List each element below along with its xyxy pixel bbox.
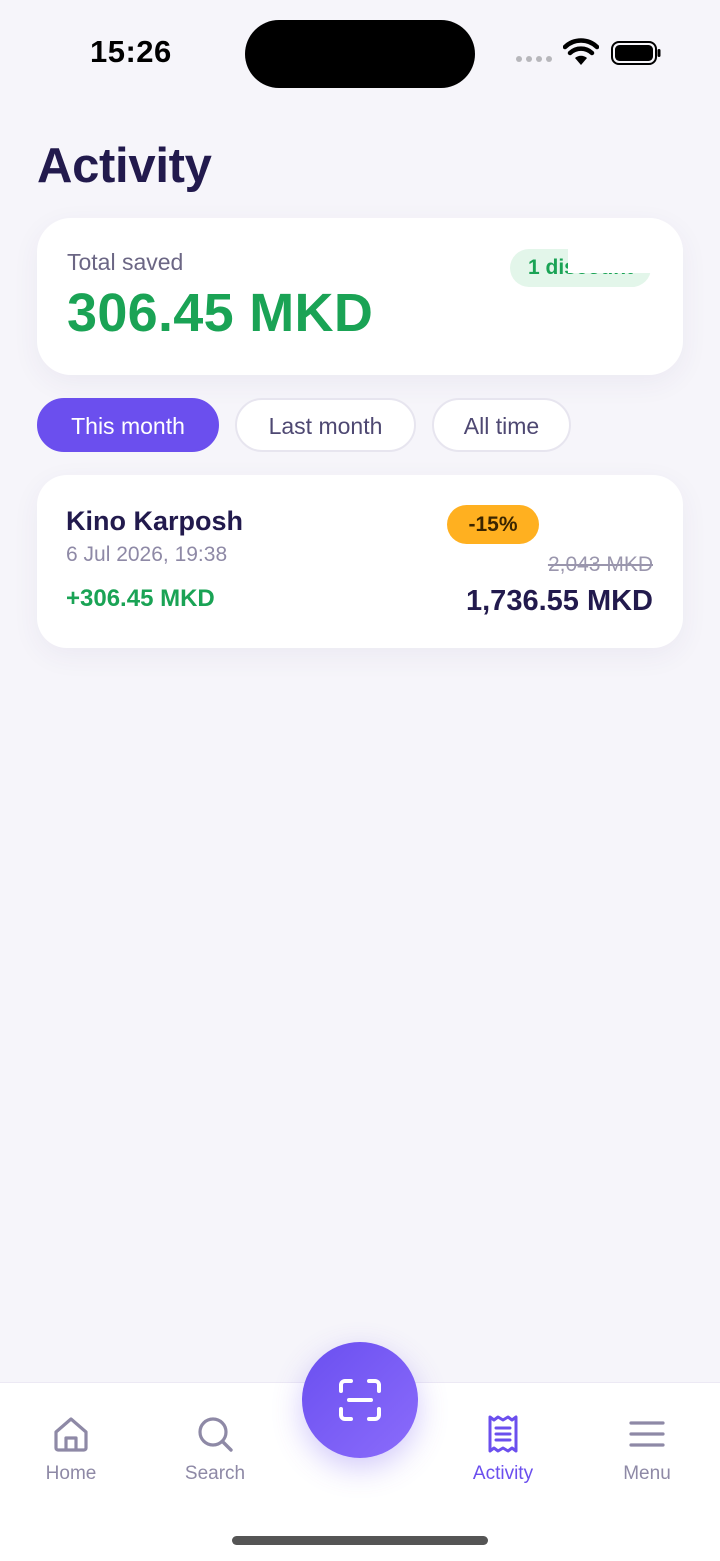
merchant-name: Kino Karposh [66,506,244,536]
hamburger-menu-icon [629,1421,665,1447]
amount-saved: +306.45 MKD [66,585,215,612]
filter-all-time[interactable]: All time [432,398,571,452]
scan-icon [339,1379,381,1421]
period-filter: This month Last month All time [37,398,571,452]
original-price: 2,043 MKD [547,553,653,576]
savings-label: Total saved [67,249,184,275]
nav-home-label: Home [45,1463,97,1484]
nav-search-label: Search [184,1463,246,1484]
status-bar: 15:26 [0,0,720,100]
filter-this-month[interactable]: This month [37,398,219,452]
discount-percent-badge: -15% [447,505,539,544]
battery-icon [611,41,661,65]
home-icon [54,1417,88,1452]
search-icon [198,1417,233,1452]
home-indicator [232,1536,488,1545]
page-title: Activity [37,139,212,193]
nav-menu-label: Menu [623,1463,671,1484]
final-price: 1,736.55 MKD [466,585,653,617]
savings-value: 306.45 MKD [67,283,374,343]
dynamic-island [245,20,475,88]
filter-last-month[interactable]: Last month [235,398,416,452]
nav-home[interactable]: Home [11,1383,131,1493]
nav-search[interactable]: Search [155,1383,275,1493]
cellular-signal-icon [516,56,552,62]
transaction-card[interactable]: Kino Karposh 6 Jul 2026, 19:38 +306.45 M… [37,475,683,648]
nav-menu[interactable]: Menu [587,1383,707,1493]
scan-button[interactable] [302,1342,418,1458]
wifi-icon [563,38,599,65]
savings-summary-card: Total saved 306.45 MKD 1 discount [37,218,683,375]
status-time: 15:26 [90,34,172,69]
overlay-patch [568,218,683,273]
receipt-icon [488,1415,518,1453]
nav-activity[interactable]: Activity [443,1383,563,1493]
nav-activity-label: Activity [472,1463,534,1484]
transaction-date: 6 Jul 2026, 19:38 [66,543,228,566]
